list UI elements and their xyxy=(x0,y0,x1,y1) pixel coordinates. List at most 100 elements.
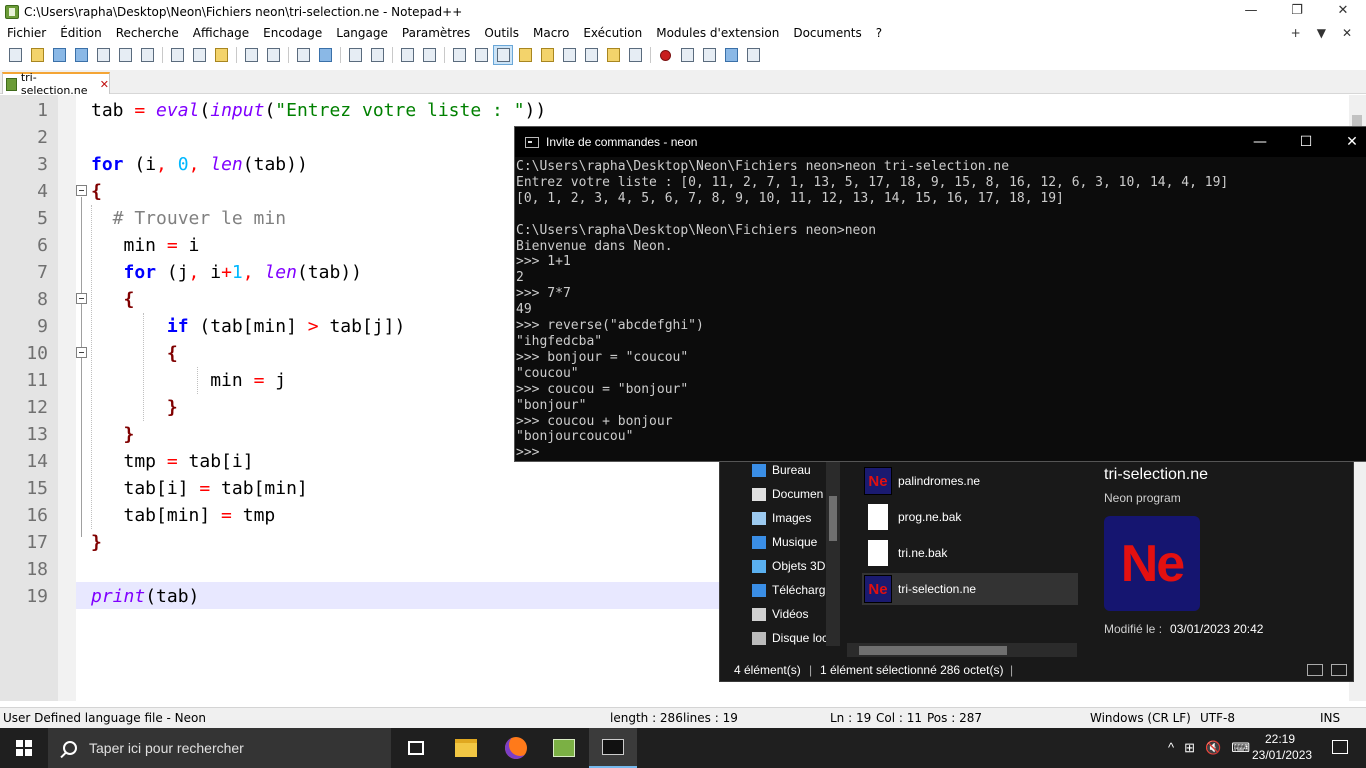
details-view-icon[interactable] xyxy=(1307,664,1323,676)
save-macro-icon[interactable] xyxy=(743,45,763,65)
menu-affichage[interactable]: Affichage xyxy=(186,23,256,43)
doc-map-icon[interactable] xyxy=(537,45,557,65)
status-encoding[interactable]: UTF-8 xyxy=(1200,711,1235,725)
stop-macro-icon[interactable] xyxy=(677,45,697,65)
tab-list-button[interactable]: ▼ xyxy=(1317,23,1326,43)
file-item[interactable]: Ne palindromes.ne xyxy=(862,465,1078,497)
menu-recherche[interactable]: Recherche xyxy=(109,23,186,43)
taskbar-notepadpp[interactable] xyxy=(540,728,588,768)
volume-muted-icon[interactable]: 🔇 xyxy=(1205,740,1221,756)
show-hidden-icons-icon[interactable]: ^ xyxy=(1168,740,1174,756)
fold-toggle-icon[interactable] xyxy=(76,293,87,304)
menu-documents[interactable]: Documents xyxy=(786,23,868,43)
run-macro-multiple-icon[interactable] xyxy=(721,45,741,65)
nav-scrollbar[interactable] xyxy=(826,456,840,646)
status-eol[interactable]: Windows (CR LF) xyxy=(1090,711,1191,725)
code-line-16: tab[min] = tmp xyxy=(91,505,276,526)
menu-help[interactable]: ? xyxy=(869,23,889,43)
cut-icon[interactable] xyxy=(167,45,187,65)
command-prompt-window[interactable]: Invite de commandes - neon — ☐ ✕ C:\User… xyxy=(514,126,1366,462)
status-mode[interactable]: INS xyxy=(1320,711,1340,725)
files-horizontal-scrollbar[interactable] xyxy=(847,643,1077,657)
task-view-button[interactable] xyxy=(392,728,440,768)
zoom-out-icon[interactable] xyxy=(367,45,387,65)
indent-guide-icon[interactable] xyxy=(493,45,513,65)
notification-center-icon[interactable] xyxy=(1332,740,1348,754)
clock[interactable]: 22:19 23/01/2023 xyxy=(1252,731,1312,763)
zoom-in-icon[interactable] xyxy=(345,45,365,65)
menu-outils[interactable]: Outils xyxy=(477,23,526,43)
copy-icon[interactable] xyxy=(189,45,209,65)
documents-icon xyxy=(752,487,766,501)
nav-item[interactable]: Vidéos xyxy=(752,602,808,626)
word-wrap-icon[interactable] xyxy=(449,45,469,65)
menu-execution[interactable]: Exécution xyxy=(576,23,649,43)
file-item[interactable]: prog.ne.bak xyxy=(862,501,1078,533)
taskbar-explorer[interactable] xyxy=(442,728,490,768)
console-line: "bonjour" xyxy=(516,397,587,413)
folder-workspace-icon[interactable] xyxy=(603,45,623,65)
scrollbar-thumb[interactable] xyxy=(859,646,1007,655)
console-maximize-button[interactable]: ☐ xyxy=(1283,127,1329,157)
keyboard-icon[interactable]: ⌨ xyxy=(1231,740,1250,756)
print-icon[interactable] xyxy=(137,45,157,65)
record-macro-icon[interactable] xyxy=(655,45,675,65)
paste-icon[interactable] xyxy=(211,45,231,65)
tab-tri-selection[interactable]: tri-selection.ne ✕ xyxy=(2,71,110,97)
fold-toggle-icon[interactable] xyxy=(76,185,87,196)
menu-modules[interactable]: Modules d'extension xyxy=(649,23,786,43)
tab-close-icon[interactable]: ✕ xyxy=(100,78,109,91)
close-file-icon[interactable] xyxy=(93,45,113,65)
console-minimize-button[interactable]: — xyxy=(1237,127,1283,157)
menu-macro[interactable]: Macro xyxy=(526,23,576,43)
undo-icon[interactable] xyxy=(241,45,261,65)
close-all-icon[interactable] xyxy=(115,45,135,65)
scrollbar-thumb[interactable] xyxy=(829,496,837,541)
nav-item[interactable]: Documen xyxy=(752,482,823,506)
new-tab-button[interactable]: + xyxy=(1291,23,1301,43)
network-icon[interactable]: ⊞ xyxy=(1184,740,1195,756)
taskbar-search-box[interactable]: Taper ici pour rechercher xyxy=(48,728,391,768)
replace-icon[interactable] xyxy=(315,45,335,65)
save-all-icon[interactable] xyxy=(71,45,91,65)
doc-list-icon[interactable] xyxy=(581,45,601,65)
nav-item[interactable]: Images xyxy=(752,506,811,530)
menu-edition[interactable]: Édition xyxy=(53,23,109,43)
menu-parametres[interactable]: Paramètres xyxy=(395,23,477,43)
nav-item[interactable]: Musique xyxy=(752,530,817,554)
fold-toggle-icon[interactable] xyxy=(76,347,87,358)
taskbar-cmd[interactable] xyxy=(589,728,637,768)
udl-icon[interactable] xyxy=(515,45,535,65)
play-macro-icon[interactable] xyxy=(699,45,719,65)
line-number: 13 xyxy=(26,424,48,445)
console-output[interactable]: C:\Users\rapha\Desktop\Neon\Fichiers neo… xyxy=(516,159,1228,461)
open-file-icon[interactable] xyxy=(27,45,47,65)
menu-langage[interactable]: Langage xyxy=(329,23,395,43)
file-item[interactable]: Ne tri-selection.ne xyxy=(862,573,1078,605)
show-all-chars-icon[interactable] xyxy=(471,45,491,65)
close-doc-button[interactable]: ✕ xyxy=(1342,23,1352,43)
fold-margin xyxy=(58,95,76,701)
maximize-button[interactable]: ❐ xyxy=(1274,0,1320,23)
nav-item[interactable]: Télécharg xyxy=(752,578,825,602)
sync-vertical-icon[interactable] xyxy=(397,45,417,65)
large-icons-view-icon[interactable] xyxy=(1331,664,1347,676)
menu-encodage[interactable]: Encodage xyxy=(256,23,329,43)
menu-fichier[interactable]: Fichier xyxy=(0,23,53,43)
redo-icon[interactable] xyxy=(263,45,283,65)
function-list-icon[interactable] xyxy=(559,45,579,65)
minimize-button[interactable]: — xyxy=(1228,0,1274,23)
find-icon[interactable] xyxy=(293,45,313,65)
sync-horizontal-icon[interactable] xyxy=(419,45,439,65)
close-button[interactable]: ✕ xyxy=(1320,0,1366,23)
taskbar-firefox[interactable] xyxy=(492,728,540,768)
nav-item[interactable]: Objets 3D xyxy=(752,554,825,578)
nav-item[interactable]: Disque loc xyxy=(752,626,828,650)
save-icon[interactable] xyxy=(49,45,69,65)
file-item[interactable]: tri.ne.bak xyxy=(862,537,1078,569)
line-number: 7 xyxy=(37,262,48,283)
start-button[interactable] xyxy=(0,728,48,768)
console-close-button[interactable]: ✕ xyxy=(1329,127,1366,157)
new-file-icon[interactable] xyxy=(5,45,25,65)
monitoring-icon[interactable] xyxy=(625,45,645,65)
